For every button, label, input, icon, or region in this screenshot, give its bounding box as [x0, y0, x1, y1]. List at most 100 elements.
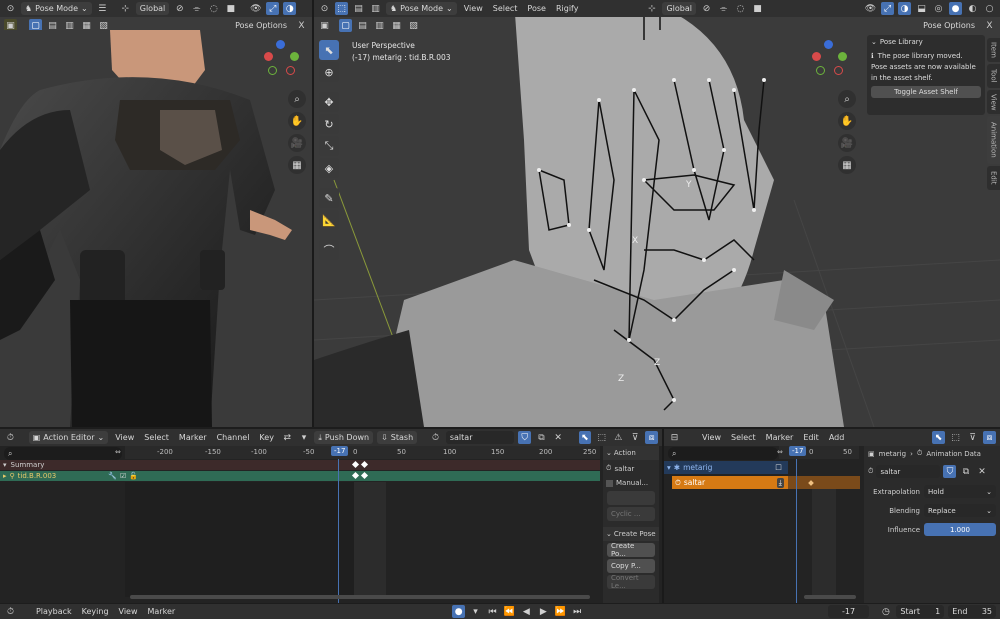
measure-tool-icon[interactable]: 📐 — [319, 210, 339, 230]
create-pose-panel-header[interactable]: ⌄ Create Pose — [603, 527, 659, 541]
camera-icon[interactable]: 🎥 — [838, 134, 856, 152]
checkbox-icon[interactable]: ☑ — [120, 472, 126, 480]
nla-playhead-line[interactable] — [796, 459, 797, 603]
wireframe-shading-icon[interactable]: ◎ — [932, 2, 945, 15]
pan-hand-icon[interactable]: ✋ — [288, 112, 306, 130]
menu-view[interactable]: View — [699, 433, 724, 442]
nav-gizmo[interactable] — [262, 40, 302, 80]
current-frame-field[interactable]: -17 — [827, 605, 870, 618]
play-icon[interactable]: ▶ — [537, 605, 550, 618]
select-subtract-icon[interactable]: ▥ — [373, 19, 386, 32]
nla-scrollbar[interactable] — [804, 595, 856, 599]
select-tool-icon[interactable]: ⬉ — [319, 40, 339, 60]
blending-dropdown[interactable]: Replace ⌄ — [924, 504, 996, 517]
object-mode-icon[interactable]: ⬚ — [335, 2, 348, 15]
hamburger-icon[interactable]: ☰ — [96, 2, 109, 15]
clock-icon[interactable]: ◷ — [879, 605, 892, 618]
current-frame-badge[interactable]: -17 — [331, 446, 349, 456]
wrench-icon[interactable]: 🔧 — [108, 472, 117, 480]
mode-dropdown[interactable]: ♞ Pose Mode ⌄ — [386, 2, 457, 15]
editor-type-icon[interactable]: ⊙ — [318, 2, 331, 15]
xray-icon[interactable]: ⬓ — [915, 2, 928, 15]
nla-track-action[interactable]: ⏱ saltar ⤓ — [672, 476, 788, 489]
editor-type-icon[interactable]: ⏱ — [4, 431, 17, 444]
close-icon[interactable]: X — [983, 19, 996, 32]
keyframe-type-icon[interactable]: ▾ — [298, 431, 311, 444]
object-mode-2-icon[interactable]: ▤ — [352, 2, 365, 15]
channel-bone-row[interactable]: ▸ ⚲ tid.B.R.003 🔧 ☑ 🔓 — [0, 471, 600, 481]
push-down-icon[interactable]: ⤓ — [776, 477, 784, 488]
show-errors-icon[interactable]: ⚠ — [612, 431, 625, 444]
end-frame-field[interactable]: End 35 — [948, 605, 997, 618]
action-browse-icon[interactable]: ⏱ — [429, 431, 442, 444]
material-shading-icon[interactable]: ◐ — [966, 2, 979, 15]
move-tool-icon[interactable]: ✥ — [319, 92, 339, 112]
menu-select[interactable]: Select — [728, 433, 759, 442]
zoom-icon[interactable]: ⌕ — [288, 90, 306, 108]
keying-set-icon[interactable]: ▾ — [469, 605, 482, 618]
menu-playback[interactable]: Playback — [33, 607, 75, 616]
transform-icon[interactable]: ⊹ — [645, 2, 658, 15]
unlink-action-icon[interactable]: ✕ — [552, 431, 565, 444]
overlay-icon[interactable]: ◑ — [283, 2, 297, 15]
orientation-dropdown[interactable]: Global — [662, 2, 696, 15]
action-panel-header[interactable]: ⌄ Action — [603, 446, 659, 460]
nla-search-field[interactable]: ⌕ — [668, 447, 778, 460]
start-frame-field[interactable]: Start 1 — [896, 605, 945, 618]
grid-icon[interactable]: ▦ — [838, 156, 856, 174]
stash-button[interactable]: ⇩ Stash — [377, 431, 418, 444]
scale-tool-icon[interactable]: ⤡ — [319, 136, 339, 156]
annotate-tool-icon[interactable]: ✎ — [319, 188, 339, 208]
transform-tool-icon[interactable]: ◈ — [319, 158, 339, 178]
manual-range-checkbox[interactable]: Manual... — [603, 477, 659, 489]
rendered-shading-icon[interactable]: ○ — [983, 2, 996, 15]
menu-channel[interactable]: Channel — [214, 433, 253, 442]
editor-type-icon[interactable]: ⏱ — [4, 605, 17, 618]
menu-select[interactable]: Select — [490, 4, 521, 13]
channel-summary-row[interactable]: ▾ Summary — [0, 460, 600, 470]
editor-mode-dropdown[interactable]: ▣ Action Editor ⌄ — [28, 431, 109, 444]
overlay-icon[interactable]: ◑ — [898, 2, 911, 15]
only-selected-icon[interactable]: ⬚ — [595, 431, 608, 444]
editor-type-icon[interactable]: ⊙ — [4, 2, 17, 15]
select-intersect-icon[interactable]: ▧ — [407, 19, 420, 32]
action-timeline-ruler[interactable]: ⇔ -200 -150 -100 -50 -17 0 50 100 150 20… — [115, 446, 600, 459]
duplicate-action-icon[interactable]: ⧉ — [535, 431, 548, 444]
nla-timeline-ruler[interactable]: ⇔ -17 0 50 — [777, 446, 859, 459]
menu-keying[interactable]: Keying — [79, 607, 112, 616]
unlink-action-icon[interactable]: ✕ — [975, 465, 988, 478]
interpolation-icon[interactable]: ⇄ — [281, 431, 294, 444]
rotate-tool-icon[interactable]: ↻ — [319, 114, 339, 134]
grid-icon[interactable]: ▦ — [288, 156, 306, 174]
nla-action-strip[interactable] — [788, 476, 860, 489]
left-viewport[interactable]: ⊙ ♞ Pose Mode ⌄ ☰ ⊹ Global ⊘ ⌯ ◌ ■ 👁 ⤢ ◑ ▣… — [0, 0, 312, 427]
duplicate-action-icon[interactable]: ⧉ — [959, 465, 972, 478]
gizmo-icon[interactable]: ⤢ — [266, 2, 280, 15]
menu-pose[interactable]: Pose — [524, 4, 549, 13]
cursor-tool-icon[interactable]: ⊕ — [319, 62, 339, 82]
tab-tool[interactable]: Tool — [987, 64, 1000, 88]
action-name-field[interactable]: saltar — [445, 431, 515, 444]
shading-icon[interactable]: ■ — [751, 2, 764, 15]
play-reverse-icon[interactable]: ◀ — [520, 605, 533, 618]
snapping-icon[interactable]: ⧈ — [645, 431, 659, 444]
jump-start-icon[interactable]: ⏮ — [486, 605, 499, 618]
pan-hand-icon[interactable]: ✋ — [838, 112, 856, 130]
menu-view[interactable]: View — [112, 433, 137, 442]
select-extend-icon[interactable]: ▤ — [356, 19, 369, 32]
pose-library-header[interactable]: ⌄ Pose Library — [871, 38, 981, 46]
filter-icon[interactable]: ⊽ — [629, 431, 642, 444]
record-icon[interactable]: ● — [452, 605, 466, 618]
action-editor[interactable]: ⏱ ▣ Action Editor ⌄ View Select Marker Cha… — [0, 429, 662, 603]
toggle-asset-shelf-button[interactable]: Toggle Asset Shelf — [871, 86, 981, 98]
nla-editor[interactable]: ⊟ View Select Marker Edit Add ⬉ ⬚ ⊽ ⧈ ⌕ … — [664, 429, 1000, 603]
action-field[interactable]: ⏱ saltar — [603, 460, 659, 477]
current-frame-badge[interactable]: -17 — [789, 446, 807, 456]
lock-icon[interactable]: 🔓 — [129, 472, 138, 480]
tool-settings-icon[interactable]: ▣ — [318, 19, 331, 32]
mode-dropdown[interactable]: ♞ Pose Mode ⌄ — [21, 2, 92, 15]
nav-gizmo[interactable] — [810, 40, 850, 80]
menu-view[interactable]: View — [461, 4, 486, 13]
camera-icon[interactable]: 🎥 — [288, 134, 306, 152]
visibility-icon[interactable]: 👁 — [864, 2, 877, 15]
